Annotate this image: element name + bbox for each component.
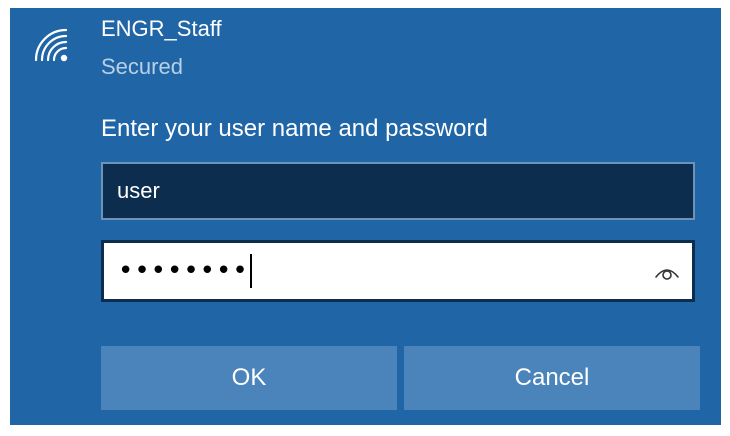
network-status: Secured	[101, 54, 183, 79]
cancel-button[interactable]: Cancel	[404, 346, 700, 410]
credentials-prompt: Enter your user name and password	[101, 115, 488, 142]
reveal-password-button[interactable]	[652, 259, 682, 283]
wifi-secured-icon	[32, 26, 70, 64]
password-masked-value: ••••••••	[118, 256, 249, 286]
eye-icon	[655, 269, 679, 280]
username-input[interactable]: user	[101, 162, 695, 220]
network-name: ENGR_Staff	[101, 16, 222, 41]
ok-button[interactable]: OK	[101, 346, 397, 410]
text-cursor	[249, 254, 252, 288]
wifi-credentials-panel: ENGR_Staff Secured Enter your user name …	[10, 8, 721, 425]
password-input[interactable]: ••••••••	[101, 240, 695, 302]
username-value: user	[117, 178, 160, 203]
